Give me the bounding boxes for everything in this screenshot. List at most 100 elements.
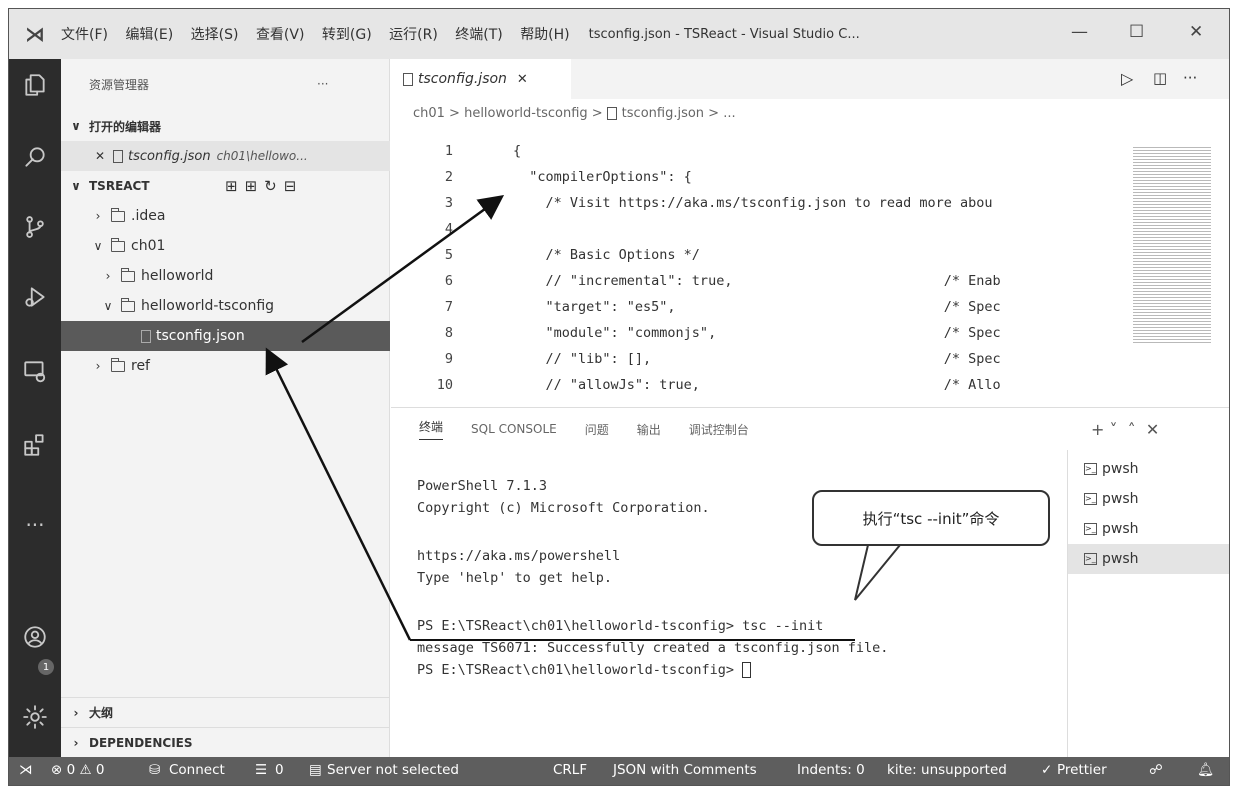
breadcrumb-path[interactable]: ch01 > helloworld-tsconfig > (413, 106, 603, 121)
breadcrumb-file[interactable]: tsconfig.json > ... (622, 106, 736, 121)
notifications-icon[interactable]: 🔔︎ (1197, 762, 1214, 778)
indent-selector[interactable]: Indents: 0 (797, 762, 865, 778)
connect-button[interactable]: Connect (169, 762, 225, 778)
terminal-panel: 终端 SQL CONSOLE 问题 输出 调试控制台 + ˅ ˄ ✕ Power… (391, 407, 1229, 757)
code-text: { (513, 143, 522, 159)
menu-edit[interactable]: 编辑(E) (125, 27, 173, 43)
accounts-icon[interactable] (9, 615, 61, 659)
tab-tsconfig-json[interactable]: tsconfig.json ✕ (391, 59, 571, 99)
explorer-more-button[interactable]: ··· (317, 77, 328, 91)
code-text: /* Basic Options */ (513, 247, 700, 263)
dependencies-section[interactable]: › DEPENDENCIES (61, 727, 390, 757)
more-actions-icon[interactable]: ··· (1183, 69, 1197, 87)
open-editor-item[interactable]: ✕ tsconfig.json ch01\hellowo... (61, 141, 390, 171)
code-text: // "incremental": true, /* Enab (513, 273, 1001, 289)
vscode-window: ⋊ 文件(F) 编辑(E) 选择(S) 查看(V) 转到(G) 运行(R) 终端… (8, 8, 1230, 786)
tree-item-ref[interactable]: › ref (61, 351, 390, 381)
terminal-name: pwsh (1102, 491, 1139, 507)
tree-label: tsconfig.json (156, 328, 245, 344)
terminal-line: https://aka.ms/powershell (417, 548, 621, 564)
kite-status[interactable]: kite: unsupported (887, 762, 1007, 778)
server-status[interactable]: Server not selected (327, 762, 459, 778)
line-number: 9 (444, 351, 453, 367)
workspace-section[interactable]: ∨ TSREACT ⊞⊞↻⊟ (61, 171, 390, 201)
code-line: 10 // "allowJs": true, /* Allo (391, 377, 1001, 403)
menu-view[interactable]: 查看(V) (256, 27, 305, 43)
tree-item-ch01[interactable]: ∨ ch01 (61, 231, 390, 261)
terminal-instance[interactable]: >_ pwsh (1068, 484, 1229, 514)
line-number: 2 (444, 169, 453, 185)
tree-item-idea[interactable]: › .idea (61, 201, 390, 231)
menu-file[interactable]: 文件(F) (61, 27, 108, 43)
folder-open-icon (110, 237, 125, 252)
search-icon[interactable] (9, 135, 61, 179)
checkmark-icon: ✓ (1041, 762, 1053, 778)
open-editors-section[interactable]: ∨ 打开的编辑器 (61, 111, 390, 141)
tab-problems[interactable]: 问题 (585, 421, 609, 438)
maximize-button[interactable]: ☐ (1129, 22, 1144, 42)
explorer-icon[interactable] (9, 63, 61, 107)
run-icon[interactable]: ▷ (1121, 69, 1133, 88)
terminal-list: >_ pwsh >_ pwsh >_ pwsh >_ pwsh (1067, 450, 1229, 757)
code-view[interactable]: 1{ 2 "compilerOptions": { 3 /* Visit htt… (391, 127, 1131, 407)
close-window-button[interactable]: ✕ (1189, 22, 1203, 42)
panel-tabs: 终端 SQL CONSOLE 问题 输出 调试控制台 + ˅ ˄ ✕ (391, 408, 1229, 450)
outline-section[interactable]: › 大纲 (61, 697, 390, 727)
code-line: 7 "target": "es5", /* Spec (391, 299, 1001, 325)
menu-go[interactable]: 转到(G) (322, 27, 372, 43)
terminal-instance[interactable]: >_ pwsh (1068, 514, 1229, 544)
tree-item-helloworld-tsconfig[interactable]: ∨ helloworld-tsconfig (61, 291, 390, 321)
run-debug-icon[interactable] (9, 275, 61, 319)
chevron-right-icon: › (73, 735, 79, 750)
terminal-name: pwsh (1102, 461, 1139, 477)
feedback-icon[interactable]: ☍ (1149, 762, 1163, 778)
close-icon[interactable]: ✕ (91, 149, 109, 163)
title-bar: ⋊ 文件(F) 编辑(E) 选择(S) 查看(V) 转到(G) 运行(R) 终端… (9, 9, 1229, 59)
minimap[interactable] (1133, 145, 1211, 345)
terminal-line: Copyright (c) Microsoft Corporation. (417, 500, 710, 516)
tree-item-helloworld[interactable]: › helloworld (61, 261, 390, 291)
menu-selection[interactable]: 选择(S) (191, 27, 239, 43)
menu-run[interactable]: 运行(R) (389, 27, 438, 43)
minimize-button[interactable]: — (1071, 22, 1088, 42)
tab-sql-console[interactable]: SQL CONSOLE (471, 422, 557, 436)
panel-controls[interactable]: + ˅ ˄ ✕ (1091, 420, 1159, 439)
extensions-icon[interactable] (9, 423, 61, 467)
menu-help[interactable]: 帮助(H) (520, 27, 569, 43)
server-icon: ▤ (309, 762, 322, 778)
tree-label: .idea (131, 208, 166, 224)
workspace-actions[interactable]: ⊞⊞↻⊟ (225, 177, 303, 195)
tree-item-tsconfig-json[interactable]: tsconfig.json (61, 321, 390, 351)
tab-close-icon[interactable]: ✕ (517, 72, 528, 87)
settings-gear-icon[interactable] (9, 695, 61, 739)
prettier-status[interactable]: Prettier (1057, 762, 1107, 778)
terminal-line: message TS6071: Successfully created a t… (417, 640, 889, 656)
line-number: 6 (444, 273, 453, 289)
terminal-cursor (742, 662, 752, 678)
chevron-right-icon: › (105, 269, 111, 283)
language-mode[interactable]: JSON with Comments (613, 762, 757, 778)
split-editor-icon[interactable]: ◫ (1153, 69, 1167, 87)
terminal-instance-active[interactable]: >_ pwsh (1068, 544, 1229, 574)
tab-debug-console[interactable]: 调试控制台 (689, 421, 749, 438)
explorer-header: 资源管理器 ··· (61, 69, 390, 99)
outline-label: 大纲 (89, 706, 114, 720)
tab-terminal[interactable]: 终端 (419, 418, 444, 440)
code-line: 1{ (391, 143, 521, 169)
terminal-prompt[interactable]: PS E:\TSReact\ch01\helloworld-tsconfig> (417, 662, 752, 678)
terminal-name: pwsh (1102, 551, 1139, 567)
more-icon[interactable]: ··· (9, 503, 61, 547)
file-icon (606, 106, 617, 120)
source-control-icon[interactable] (9, 205, 61, 249)
chevron-down-icon: ∨ (71, 119, 81, 133)
remote-icon[interactable]: ⋊ (19, 762, 33, 778)
tab-output[interactable]: 输出 (637, 421, 661, 438)
eol-selector[interactable]: CRLF (553, 762, 587, 778)
terminal-instance[interactable]: >_ pwsh (1068, 454, 1229, 484)
menu-terminal[interactable]: 终端(T) (455, 27, 502, 43)
problems-count[interactable]: ⊗ 0 ⚠ 0 (51, 762, 104, 778)
accounts-badge: 1 (38, 659, 54, 675)
list-icon: ☰ (255, 762, 268, 778)
remote-explorer-icon[interactable] (9, 349, 61, 393)
list-count[interactable]: 0 (275, 762, 284, 778)
